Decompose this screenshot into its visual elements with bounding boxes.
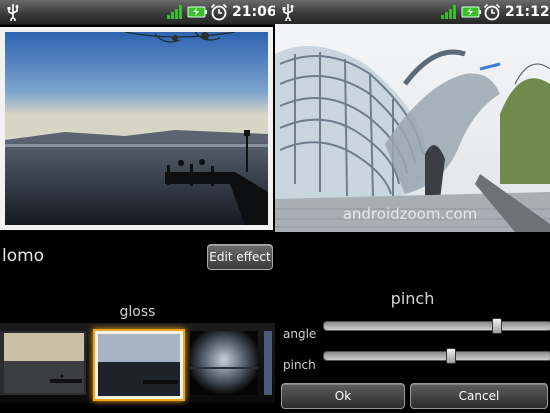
usb-icon	[282, 4, 294, 21]
lake-sunset-image	[5, 32, 268, 225]
status-time: 21:06	[232, 4, 275, 20]
watermark-text: androidzoom.com	[343, 205, 478, 223]
usb-icon	[7, 4, 19, 21]
angle-label: angle	[283, 327, 317, 341]
alarm-clock-icon	[483, 3, 501, 21]
alarm-clock-icon	[210, 3, 228, 21]
gloss-preview-image	[98, 334, 180, 396]
next-thumb-partial[interactable]	[264, 331, 272, 395]
selected-effect-label: gloss	[119, 304, 156, 320]
lomo-thumb[interactable]	[0, 331, 86, 395]
ok-button[interactable]: Ok	[281, 383, 405, 409]
pinch-distorted-image: androidzoom.com	[275, 24, 550, 232]
left-phone-screen: 21:06 lomo Edit effect gloss	[0, 0, 275, 413]
right-phone-screen: 21:12 androidzoom.com pinch angle pinch …	[275, 0, 550, 413]
pinch-slider[interactable]	[323, 351, 550, 361]
pinch-label: pinch	[283, 358, 316, 372]
pinch-slider-thumb[interactable]	[445, 348, 456, 364]
edit-effect-button[interactable]: Edit effect	[207, 244, 273, 270]
signal-icon	[441, 5, 456, 19]
gloss-thumb[interactable]	[93, 329, 185, 401]
battery-charging-icon	[187, 6, 207, 18]
signal-icon	[167, 5, 182, 19]
angle-slider-thumb[interactable]	[491, 318, 502, 334]
status-time: 21:12	[505, 4, 550, 20]
effect-name: lomo	[2, 246, 45, 266]
status-bar: 21:06	[0, 0, 275, 25]
battery-charging-icon	[461, 6, 481, 18]
effect-title: pinch	[390, 289, 435, 308]
vignette-thumb[interactable]	[190, 331, 258, 395]
preview-photo	[0, 27, 273, 230]
status-bar: 21:12	[275, 0, 550, 25]
angle-slider[interactable]	[323, 321, 550, 331]
cancel-button[interactable]: Cancel	[410, 383, 548, 409]
